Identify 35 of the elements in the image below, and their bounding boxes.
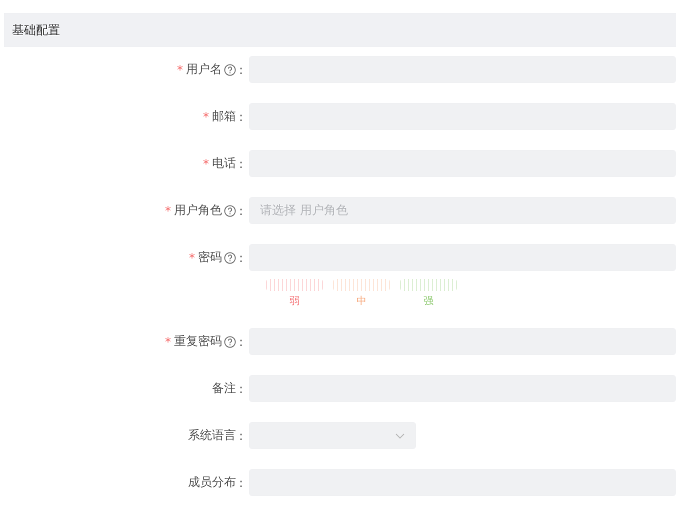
section-title: 基础配置 bbox=[12, 22, 60, 38]
strength-label: 中 bbox=[356, 294, 366, 308]
help-icon[interactable] bbox=[224, 252, 236, 264]
strength-label: 强 bbox=[424, 295, 434, 308]
select-field[interactable]: 请选择 用户角色 bbox=[249, 197, 676, 224]
strength-label: 弱 bbox=[290, 295, 300, 308]
field-label: 密码 bbox=[198, 249, 222, 266]
label-colon: : bbox=[238, 250, 243, 264]
required-mark: * bbox=[164, 334, 171, 348]
required-mark: * bbox=[188, 250, 195, 264]
field-label: 用户名 bbox=[186, 61, 222, 78]
field-label: 备注 bbox=[212, 380, 236, 397]
field-label: 电话 bbox=[212, 155, 236, 172]
label-colon: : bbox=[238, 204, 243, 218]
required-mark: * bbox=[202, 156, 209, 170]
required-mark: * bbox=[202, 110, 209, 124]
field-label: 用户角色 bbox=[174, 202, 222, 219]
required-mark: * bbox=[164, 204, 171, 218]
label-colon: : bbox=[238, 476, 243, 490]
label-colon: : bbox=[238, 110, 243, 124]
field-label: 重复密码 bbox=[174, 333, 222, 350]
label-colon: : bbox=[238, 334, 243, 348]
help-icon[interactable] bbox=[224, 336, 236, 348]
field-label: 成员分布 bbox=[188, 474, 236, 491]
help-icon[interactable] bbox=[224, 204, 236, 216]
select-field[interactable] bbox=[249, 422, 416, 449]
field-label: 邮箱 bbox=[212, 108, 236, 125]
label-colon: : bbox=[238, 62, 243, 76]
chevron-down-icon bbox=[395, 432, 405, 438]
required-mark: * bbox=[176, 62, 183, 76]
label-colon: : bbox=[238, 156, 243, 170]
label-colon: : bbox=[238, 382, 243, 396]
help-icon[interactable] bbox=[224, 64, 236, 76]
field-label: 系统语言 bbox=[188, 427, 236, 444]
label-colon: : bbox=[238, 428, 243, 442]
